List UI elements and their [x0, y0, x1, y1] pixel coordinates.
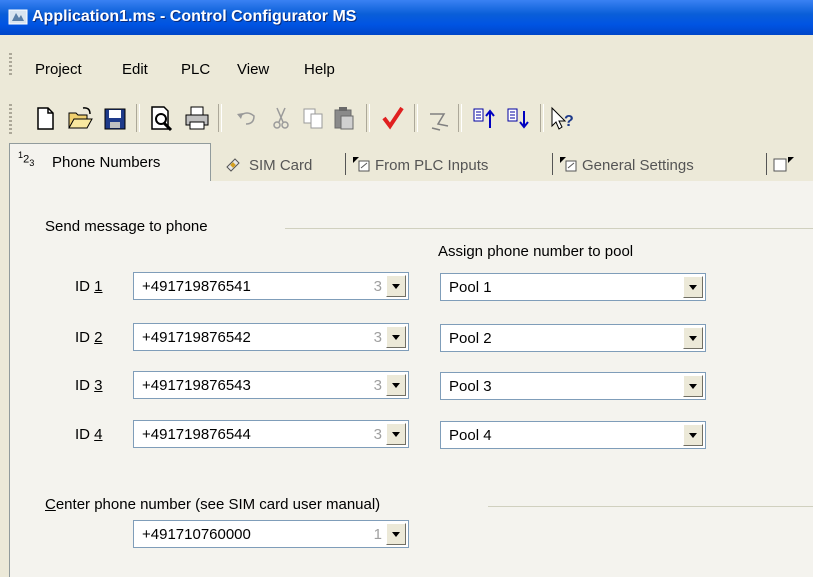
toolbar-separator [136, 104, 140, 132]
phone-field-4[interactable]: +491719876544 3 [133, 420, 409, 448]
download-icon[interactable] [504, 102, 534, 134]
print-icon[interactable] [182, 102, 212, 134]
phone-value: +491719876541 [142, 278, 251, 295]
toolbar-separator [540, 104, 544, 132]
pool-value: Pool 2 [449, 330, 492, 347]
pool-select-4[interactable]: Pool 4 [440, 421, 706, 449]
phone-count: 3 [373, 377, 382, 394]
validate-icon[interactable] [424, 102, 454, 134]
save-icon[interactable] [100, 102, 130, 134]
toolbar-separator [366, 104, 370, 132]
menu-help[interactable]: Help [304, 61, 335, 78]
phone-count: 1 [373, 526, 382, 543]
phone-value: +491719876543 [142, 377, 251, 394]
tab-general-settings[interactable]: General Settings [552, 147, 764, 179]
cut-icon[interactable] [266, 102, 296, 134]
app-icon [8, 9, 28, 25]
phone-count: 3 [373, 329, 382, 346]
window-title: Application1.ms - Control Configurator M… [32, 8, 357, 25]
phone-count: 3 [373, 426, 382, 443]
undo-icon[interactable] [232, 102, 262, 134]
tab-phone-numbers[interactable]: 123 Phone Numbers [9, 143, 211, 182]
phone-dropdown-button[interactable] [386, 374, 406, 396]
menu-edit[interactable]: Edit [122, 61, 148, 78]
toolbar-separator [458, 104, 462, 132]
phone-dropdown-button[interactable] [386, 326, 406, 348]
id-label-4: ID 4 [75, 426, 103, 443]
phone-field-2[interactable]: +491719876542 3 [133, 323, 409, 351]
phone-value: +491710760000 [142, 526, 251, 543]
pool-dropdown-button[interactable] [683, 375, 703, 397]
print-preview-icon[interactable] [146, 102, 176, 134]
phone-value: +491719876542 [142, 329, 251, 346]
phone-numbers-panel: Send message to phone Assign phone numbe… [9, 181, 813, 577]
tab-label: From PLC Inputs [375, 157, 489, 174]
phone-value: +491719876544 [142, 426, 251, 443]
check-icon[interactable] [378, 102, 408, 134]
pool-dropdown-button[interactable] [683, 424, 703, 446]
phone-count: 3 [373, 278, 382, 295]
pool-select-3[interactable]: Pool 3 [440, 372, 706, 400]
menu-plc[interactable]: PLC [181, 61, 210, 78]
tab-label: Phone Numbers [52, 154, 161, 171]
center-group-label: Center phone number (see SIM card user m… [45, 496, 387, 513]
menu-grip[interactable] [9, 53, 12, 77]
sim-card-icon [226, 158, 240, 172]
tab-number-icon: 123 [18, 150, 35, 168]
copy-icon[interactable] [298, 102, 328, 134]
toolbar-separator [218, 104, 222, 132]
pool-value: Pool 4 [449, 427, 492, 444]
group-divider [488, 506, 813, 507]
phone-field-3[interactable]: +491719876543 3 [133, 371, 409, 399]
tab-partial-icon [773, 157, 794, 172]
tab-strip: 123 Phone Numbers SIM Card From PLC Inpu… [9, 143, 813, 182]
upload-icon[interactable] [470, 102, 500, 134]
toolbar-grip[interactable] [9, 104, 12, 134]
svg-text:?: ? [564, 113, 574, 130]
pool-value: Pool 3 [449, 378, 492, 395]
menu-bar: Project Edit PLC View Help [0, 48, 813, 80]
pool-header: Assign phone number to pool [438, 243, 634, 260]
open-folder-icon[interactable] [65, 102, 95, 134]
phone-dropdown-button[interactable] [386, 523, 406, 545]
plc-input-icon [353, 157, 370, 172]
phone-dropdown-button[interactable] [386, 275, 406, 297]
tab-label: SIM Card [249, 157, 313, 174]
tab-sim-card[interactable]: SIM Card [213, 147, 343, 179]
toolbar-separator [414, 104, 418, 132]
id-label-3: ID 3 [75, 377, 103, 394]
id-label-2: ID 2 [75, 329, 103, 346]
phone-field-1[interactable]: +491719876541 3 [133, 272, 409, 300]
settings-icon [560, 157, 577, 172]
toolbar: ? [0, 96, 813, 140]
pool-value: Pool 1 [449, 279, 492, 296]
tab-from-plc-inputs[interactable]: From PLC Inputs [345, 147, 550, 179]
pool-dropdown-button[interactable] [683, 276, 703, 298]
phone-dropdown-button[interactable] [386, 423, 406, 445]
help-pointer-icon[interactable]: ? [548, 102, 578, 134]
tab-overflow[interactable] [766, 147, 813, 179]
group-divider [285, 228, 813, 229]
id-label-1: ID 1 [75, 278, 103, 295]
send-group-label: Send message to phone [45, 218, 214, 235]
menu-view[interactable]: View [237, 61, 269, 78]
paste-icon[interactable] [330, 102, 360, 134]
center-phone-field[interactable]: +491710760000 1 [133, 520, 409, 548]
pool-select-2[interactable]: Pool 2 [440, 324, 706, 352]
title-bar[interactable]: Application1.ms - Control Configurator M… [0, 0, 813, 35]
pool-dropdown-button[interactable] [683, 327, 703, 349]
new-file-icon[interactable] [30, 102, 60, 134]
menu-project[interactable]: Project [35, 61, 82, 78]
pool-select-1[interactable]: Pool 1 [440, 273, 706, 301]
tab-label: General Settings [582, 157, 694, 174]
